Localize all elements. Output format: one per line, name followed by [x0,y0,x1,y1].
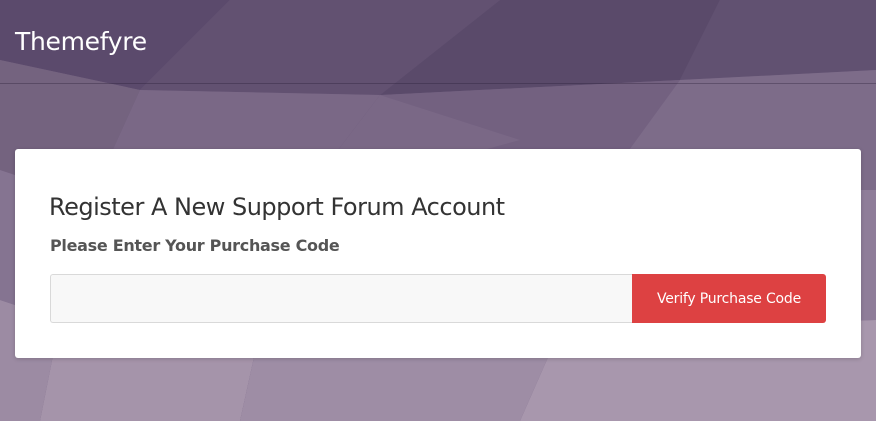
page: Themefyre Register A New Support Forum A… [0,0,876,421]
purchase-code-form: Verify Purchase Code [50,274,826,323]
purchase-code-label: Please Enter Your Purchase Code [50,236,340,255]
top-header: Themefyre [0,0,876,84]
brand-logo-text[interactable]: Themefyre [15,25,147,59]
verify-purchase-code-button[interactable]: Verify Purchase Code [632,274,826,323]
registration-card: Register A New Support Forum Account Ple… [15,149,861,358]
page-title: Register A New Support Forum Account [49,193,505,221]
purchase-code-input[interactable] [50,274,632,323]
